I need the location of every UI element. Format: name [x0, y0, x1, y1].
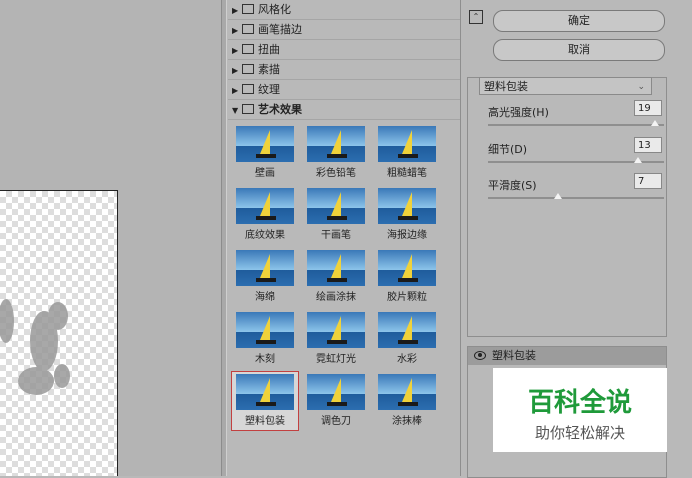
param-slider-track[interactable]	[488, 197, 664, 199]
param-value-field[interactable]: 13	[634, 137, 662, 153]
thumbnail-image	[378, 312, 436, 348]
thumbnail-label: 调色刀	[321, 416, 351, 427]
thumbnail-image	[378, 250, 436, 286]
thumbnail-image	[378, 374, 436, 410]
folder-icon	[242, 44, 254, 54]
thumbnail-label: 涂抹棒	[392, 416, 422, 427]
thumbnail-image	[378, 126, 436, 162]
thumbnail-image	[236, 312, 294, 348]
category-row[interactable]: ▶ 纹理	[228, 80, 460, 100]
folder-icon	[242, 104, 254, 114]
thumbnail-label: 彩色铅笔	[316, 168, 356, 179]
param-slider-track[interactable]	[488, 124, 664, 126]
watermark: 百科全说 助你轻松解决	[493, 368, 667, 452]
thumbnail-label: 木刻	[255, 354, 275, 365]
category-row[interactable]: ▶ 风格化	[228, 0, 460, 20]
filter-thumbnail[interactable]: 霓虹灯光	[303, 310, 369, 368]
expand-right-icon[interactable]: ▶	[232, 81, 242, 100]
layer-name: 塑料包装	[492, 349, 536, 362]
thumbnail-label: 海报边缘	[387, 230, 427, 241]
folder-icon	[242, 4, 254, 14]
thumbnail-label: 水彩	[397, 354, 417, 365]
watermark-subtitle: 助你轻松解决	[534, 424, 625, 442]
filter-thumbnail[interactable]: 底纹效果	[232, 186, 298, 244]
thumbnail-image	[378, 188, 436, 224]
thumbnail-image	[236, 374, 294, 410]
filter-thumbnail[interactable]: 塑料包装	[231, 371, 299, 431]
category-label: 纹理	[258, 83, 280, 96]
filter-select-value: 塑料包装	[484, 80, 528, 93]
filter-thumbnail[interactable]: 海报边缘	[374, 186, 440, 244]
folder-icon	[242, 64, 254, 74]
thumbnail-image	[236, 250, 294, 286]
category-row[interactable]: ▼ 艺术效果	[228, 100, 460, 120]
preview-canvas[interactable]	[0, 190, 118, 476]
category-label: 艺术效果	[258, 103, 302, 116]
thumbnail-image	[307, 188, 365, 224]
category-row[interactable]: ▶ 画笔描边	[228, 20, 460, 40]
folder-icon	[242, 24, 254, 34]
param-slider-knob[interactable]	[651, 120, 660, 126]
chevron-down-icon: ⌄	[637, 82, 645, 92]
folder-icon	[242, 84, 254, 94]
thumbnail-image	[236, 126, 294, 162]
filter-thumbnail[interactable]: 绘画涂抹	[303, 248, 369, 306]
expand-down-icon[interactable]: ▼	[232, 101, 242, 120]
thumbnail-image	[236, 188, 294, 224]
expand-right-icon[interactable]: ▶	[232, 21, 242, 40]
preview-area[interactable]	[0, 0, 221, 476]
filter-thumbnail[interactable]: 海绵	[232, 248, 298, 306]
thumbnail-label: 海绵	[255, 292, 275, 303]
category-label: 画笔描边	[258, 23, 302, 36]
eye-icon[interactable]	[474, 351, 486, 360]
collapse-icon[interactable]: ⌃	[469, 10, 483, 24]
category-label: 扭曲	[258, 43, 280, 56]
thumbnail-label: 底纹效果	[245, 230, 285, 241]
category-row[interactable]: ▶ 素描	[228, 60, 460, 80]
category-label: 风格化	[258, 3, 291, 16]
expand-right-icon[interactable]: ▶	[232, 61, 242, 80]
thumbnail-grid: 壁画 彩色铅笔 粗糙蜡笔底纹效果 干画笔 海报边缘海绵 绘画涂抹 胶片颗粒木刻 霓虹灯光 水彩塑…	[228, 120, 460, 478]
panel-divider[interactable]	[221, 0, 227, 476]
thumbnail-label: 霓虹灯光	[316, 354, 356, 365]
thumbnail-label: 壁画	[255, 168, 275, 179]
param-label: 平滑度(S)	[488, 179, 537, 192]
category-label: 素描	[258, 63, 280, 76]
thumbnail-image	[307, 250, 365, 286]
expand-right-icon[interactable]: ▶	[232, 1, 242, 20]
thumbnail-label: 干画笔	[321, 230, 351, 241]
ok-button[interactable]: 确定	[493, 10, 665, 32]
settings-panel: ⌃ 确定 取消 塑料包装 ⌄ 高光强度(H) 19 细节(D) 13 平滑度(S) 7 塑…	[461, 0, 692, 478]
thumbnail-label: 粗糙蜡笔	[387, 168, 427, 179]
thumbnail-image	[307, 126, 365, 162]
expand-right-icon[interactable]: ▶	[232, 41, 242, 60]
param-slider-knob[interactable]	[633, 157, 642, 163]
watermark-title: 百科全说	[527, 388, 632, 418]
param-value-field[interactable]: 19	[634, 100, 662, 116]
filter-thumbnail[interactable]: 粗糙蜡笔	[374, 124, 440, 182]
filter-thumbnail[interactable]: 干画笔	[303, 186, 369, 244]
category-row[interactable]: ▶ 扭曲	[228, 40, 460, 60]
param-label: 高光强度(H)	[488, 106, 549, 119]
thumbnail-image	[307, 312, 365, 348]
filter-thumbnail[interactable]: 彩色铅笔	[303, 124, 369, 182]
thumbnail-image	[307, 374, 365, 410]
filter-select[interactable]: 塑料包装 ⌄	[479, 77, 652, 95]
filter-thumbnail[interactable]: 水彩	[374, 310, 440, 368]
effect-layer-row[interactable]: 塑料包装	[468, 347, 666, 365]
param-slider-knob[interactable]	[554, 193, 563, 199]
filter-thumbnail[interactable]: 胶片颗粒	[374, 248, 440, 306]
param-value-field[interactable]: 7	[634, 173, 662, 189]
thumbnail-label: 绘画涂抹	[316, 292, 356, 303]
filter-thumbnail[interactable]: 涂抹棒	[374, 372, 440, 430]
cancel-button[interactable]: 取消	[493, 39, 665, 61]
filter-thumbnail[interactable]: 壁画	[232, 124, 298, 182]
thumbnail-label: 胶片颗粒	[387, 292, 427, 303]
filter-thumbnail[interactable]: 木刻	[232, 310, 298, 368]
thumbnail-label: 塑料包装	[245, 416, 285, 427]
filter-thumbnail[interactable]: 调色刀	[303, 372, 369, 430]
filter-gallery: ▶ 风格化 ▶ 画笔描边 ▶ 扭曲 ▶ 素描 ▶ 纹理 ▼ 艺术效果 壁画 彩色铅笔 粗糙蜡笔底纹效果 干画…	[228, 0, 461, 476]
param-label: 细节(D)	[488, 143, 528, 156]
